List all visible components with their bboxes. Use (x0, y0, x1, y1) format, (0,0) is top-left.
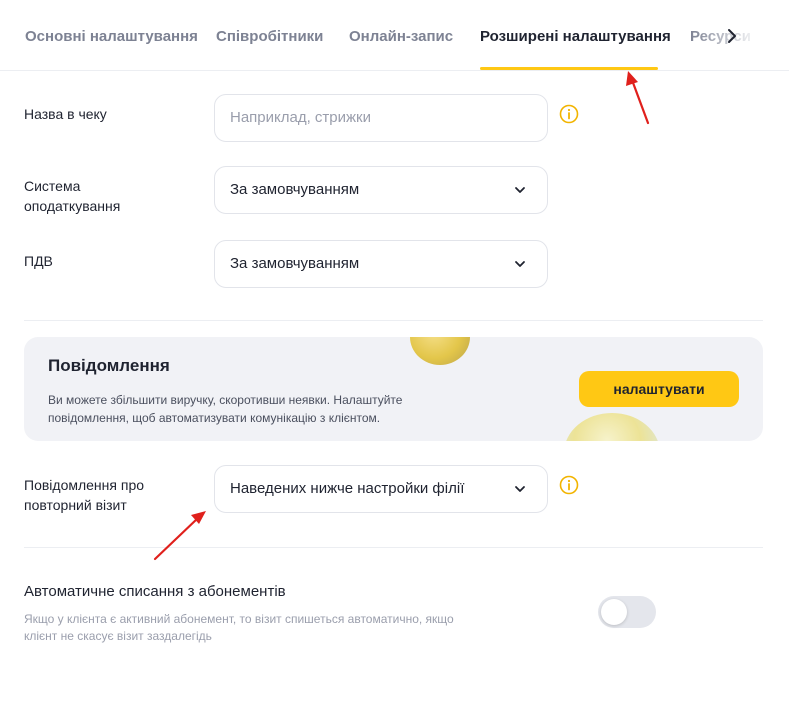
toggle-knob (601, 599, 627, 625)
info-icon[interactable] (559, 475, 579, 495)
tax-system-value: За замовчуванням (230, 181, 360, 198)
auto-writeoff-toggle[interactable] (598, 596, 656, 628)
repeat-visit-label-line2: повторний візит (24, 497, 127, 513)
tax-system-label: Система оподаткування (24, 176, 120, 216)
chevron-down-icon (513, 257, 527, 271)
configure-notifications-button[interactable]: налаштувати (579, 371, 739, 407)
tab-bar: Основні налаштування Співробітники Онлай… (0, 0, 789, 71)
tax-system-label-line2: оподаткування (24, 198, 121, 214)
section-divider (24, 547, 763, 548)
receipt-name-input[interactable] (230, 95, 530, 140)
decorative-ball (410, 337, 470, 365)
vat-value: За замовчуванням (230, 255, 360, 272)
section-divider (24, 320, 763, 321)
chevron-down-icon (513, 183, 527, 197)
auto-writeoff-description: Якщо у клієнта є активний абонемент, то … (24, 612, 454, 643)
chevron-right-icon[interactable] (722, 26, 742, 46)
receipt-name-label: Назва в чеку (24, 106, 107, 122)
banner-text: Ви можете збільшити виручку, скоротивши … (48, 393, 403, 425)
repeat-visit-select[interactable]: Наведених нижче настройки філії (214, 465, 548, 513)
tax-system-select[interactable]: За замовчуванням (214, 166, 548, 214)
notifications-banner: Повідомлення Ви можете збільшити виручку… (24, 337, 763, 441)
tab-basic-settings[interactable]: Основні налаштування (25, 28, 198, 45)
annotation-arrow-tab (626, 71, 650, 125)
repeat-visit-label-line1: Повідомлення про (24, 477, 145, 493)
banner-title: Повідомлення (48, 356, 170, 375)
decorative-ball (564, 413, 660, 441)
receipt-name-field (214, 94, 548, 142)
active-tab-indicator (480, 67, 658, 70)
tab-online-booking[interactable]: Онлайн-запис (349, 28, 453, 45)
auto-writeoff-title: Автоматичне списання з абонементів (24, 583, 286, 600)
tax-system-label-line1: Система (24, 178, 81, 194)
repeat-visit-label: Повідомлення про повторний візит (24, 475, 144, 515)
repeat-visit-value: Наведених нижче настройки філії (230, 480, 465, 497)
chevron-down-icon (513, 482, 527, 496)
info-icon[interactable] (559, 104, 579, 124)
tab-employees[interactable]: Співробітники (216, 28, 323, 45)
vat-label: ПДВ (24, 253, 53, 269)
vat-select[interactable]: За замовчуванням (214, 240, 548, 288)
tab-advanced-settings[interactable]: Розширені налаштування (480, 28, 671, 45)
annotation-arrow-select (153, 511, 206, 561)
